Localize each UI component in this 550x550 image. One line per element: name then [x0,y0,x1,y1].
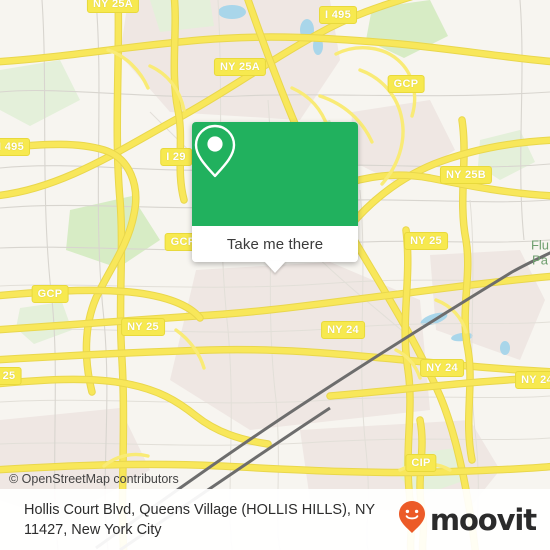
road-shield: NY 25 [404,232,448,250]
road-shield: I 29 [160,148,192,166]
road-shield: NY 25A [86,0,140,13]
popup-pointer-tail [264,261,286,273]
road-shield: CIP [405,454,437,472]
road-shield: GCP [387,75,425,93]
map-vector-layer: .land { fill:#f7f5f0; } .res { fill:#efe… [0,0,550,550]
footer-bar: Hollis Court Blvd, Queens Village (HOLLI… [0,489,550,550]
popup-header [192,122,358,226]
moovit-pin-icon [397,500,427,539]
location-popup-card[interactable]: Take me there [192,122,358,273]
address-text: Hollis Court Blvd, Queens Village (HOLLI… [24,500,397,540]
address-line-2: 11427, New York City [24,521,162,538]
road-shield: GCP [31,285,69,303]
road-shield: I 495 [319,6,357,24]
address-line-1: Hollis Court Blvd, Queens Village (HOLLI… [24,501,375,518]
take-me-there-label: Take me there [226,235,324,253]
road-shield: 25 [0,367,22,385]
place-label: Pa [532,252,548,268]
road-shield: NY 24 [515,371,550,389]
road-shield: NY 24 [321,321,365,339]
map-canvas[interactable]: .land { fill:#f7f5f0; } .res { fill:#efe… [0,0,550,550]
road-shield: NY 25B [439,166,493,184]
moovit-logo[interactable]: moovit [397,500,537,539]
road-shield: NY 24 [420,359,464,377]
road-shield: NY 25A [213,58,267,76]
osm-attribution[interactable]: © OpenStreetMap contributors [9,472,179,486]
road-shield: I 495 [0,138,30,156]
map-screenshot: .land { fill:#f7f5f0; } .res { fill:#efe… [0,0,550,550]
moovit-wordmark: moovit [429,502,537,537]
place-label: Flu [530,237,550,253]
popup-action-row[interactable]: Take me there [192,226,358,262]
road-shield: NY 25 [121,318,165,336]
